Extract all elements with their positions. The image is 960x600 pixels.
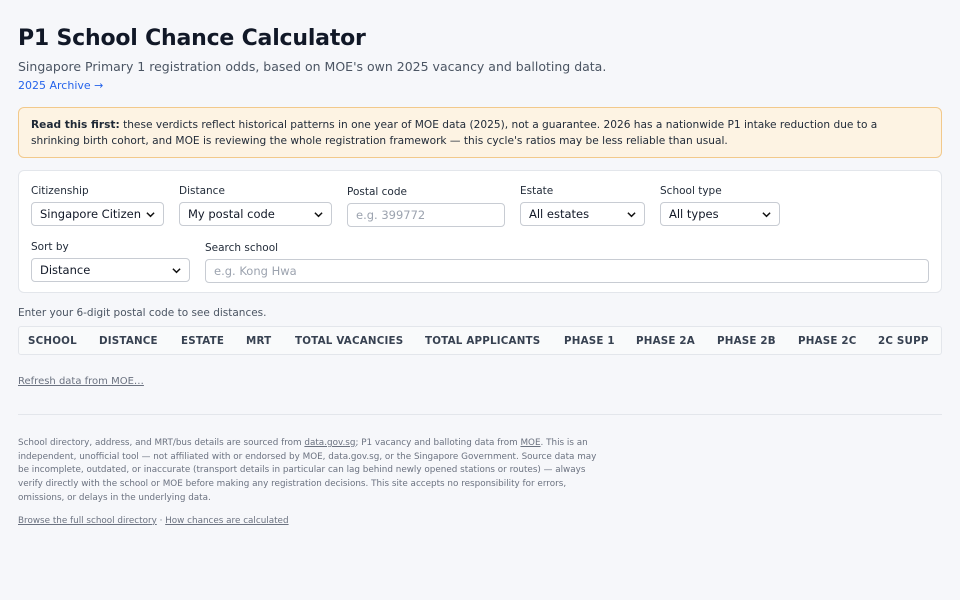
school-type-value: All types [669,207,719,221]
search-school-input[interactable]: e.g. Kong Hwa [205,259,929,283]
distance-label: Distance [179,185,225,197]
estate-field: Estate All estates [520,185,645,226]
school-type-field: School type All types [660,185,780,226]
notice-lead: Read this first: [31,119,120,131]
distance-field: Distance My postal code [179,185,332,226]
citizenship-value: Singapore Citizen [40,207,142,221]
column-header-2c-supp[interactable]: 2C SUPP [878,335,929,347]
postal-placeholder: e.g. 399772 [356,208,426,222]
page: P1 School Chance Calculator Singapore Pr… [0,0,960,526]
page-subtitle: Singapore Primary 1 registration odds, b… [18,59,607,74]
column-header-mrt[interactable]: MRT [246,335,271,347]
results-table-header: SCHOOL DISTANCE ESTATE MRT TOTAL VACANCI… [18,326,942,355]
archive-link[interactable]: 2025 Archive → [18,79,103,92]
citizenship-field: Citizenship Singapore Citizen [31,185,164,226]
sort-select[interactable]: Distance [31,258,190,282]
sort-label: Sort by [31,241,69,253]
notice-text: these verdicts reflect historical patter… [31,119,878,147]
datagov-link[interactable]: data.gov.sg [304,438,355,448]
footer-divider [18,414,942,415]
school-type-label: School type [660,185,722,197]
column-header-total-vacancies[interactable]: TOTAL VACANCIES [295,335,403,347]
search-placeholder: e.g. Kong Hwa [214,264,297,278]
how-calculated-link[interactable]: How chances are calculated [165,516,288,526]
column-header-phase-2b[interactable]: PHASE 2B [717,335,776,347]
page-title: P1 School Chance Calculator [18,26,366,51]
sort-value: Distance [40,263,91,277]
footer-links: Browse the full school directory · How c… [18,516,942,526]
school-type-select[interactable]: All types [660,202,780,226]
citizenship-label: Citizenship [31,185,89,197]
moe-link[interactable]: MOE [520,438,540,448]
postal-label: Postal code [347,186,407,198]
estate-value: All estates [529,207,590,221]
column-header-distance[interactable]: DISTANCE [99,335,158,347]
postal-code-input[interactable]: e.g. 399772 [347,203,505,227]
column-header-phase-2a[interactable]: PHASE 2A [636,335,695,347]
distance-select[interactable]: My postal code [179,202,332,226]
column-header-school[interactable]: SCHOOL [28,335,77,347]
column-header-phase-1[interactable]: PHASE 1 [564,335,615,347]
postal-field: Postal code e.g. 399772 [347,186,505,227]
column-header-phase-2c[interactable]: PHASE 2C [798,335,857,347]
column-header-total-applicants[interactable]: TOTAL APPLICANTS [425,335,540,347]
chevron-down-icon [762,211,771,217]
search-field: Search school e.g. Kong Hwa [205,242,929,283]
footer-text-2: ; P1 vacancy and balloting data from [355,438,521,448]
chevron-down-icon [172,267,181,273]
postal-hint: Enter your 6-digit postal code to see di… [18,307,267,319]
estate-select[interactable]: All estates [520,202,645,226]
chevron-down-icon [314,211,323,217]
distance-value: My postal code [188,207,275,221]
sort-field: Sort by Distance [31,241,190,282]
estate-label: Estate [520,185,554,197]
chevron-down-icon [146,211,155,217]
link-separator: · [159,515,163,526]
refresh-data-link[interactable]: Refresh data from MOE… [18,376,144,387]
footer-disclaimer: School directory, address, and MRT/bus d… [18,437,598,506]
warning-notice: Read this first: these verdicts reflect … [18,107,942,158]
chevron-down-icon [627,211,636,217]
citizenship-select[interactable]: Singapore Citizen [31,202,164,226]
school-directory-link[interactable]: Browse the full school directory [18,516,157,526]
search-label: Search school [205,242,279,254]
filter-panel: Citizenship Singapore Citizen Distance M… [18,170,942,293]
footer-text-1: School directory, address, and MRT/bus d… [18,438,305,448]
column-header-estate[interactable]: ESTATE [181,335,224,347]
